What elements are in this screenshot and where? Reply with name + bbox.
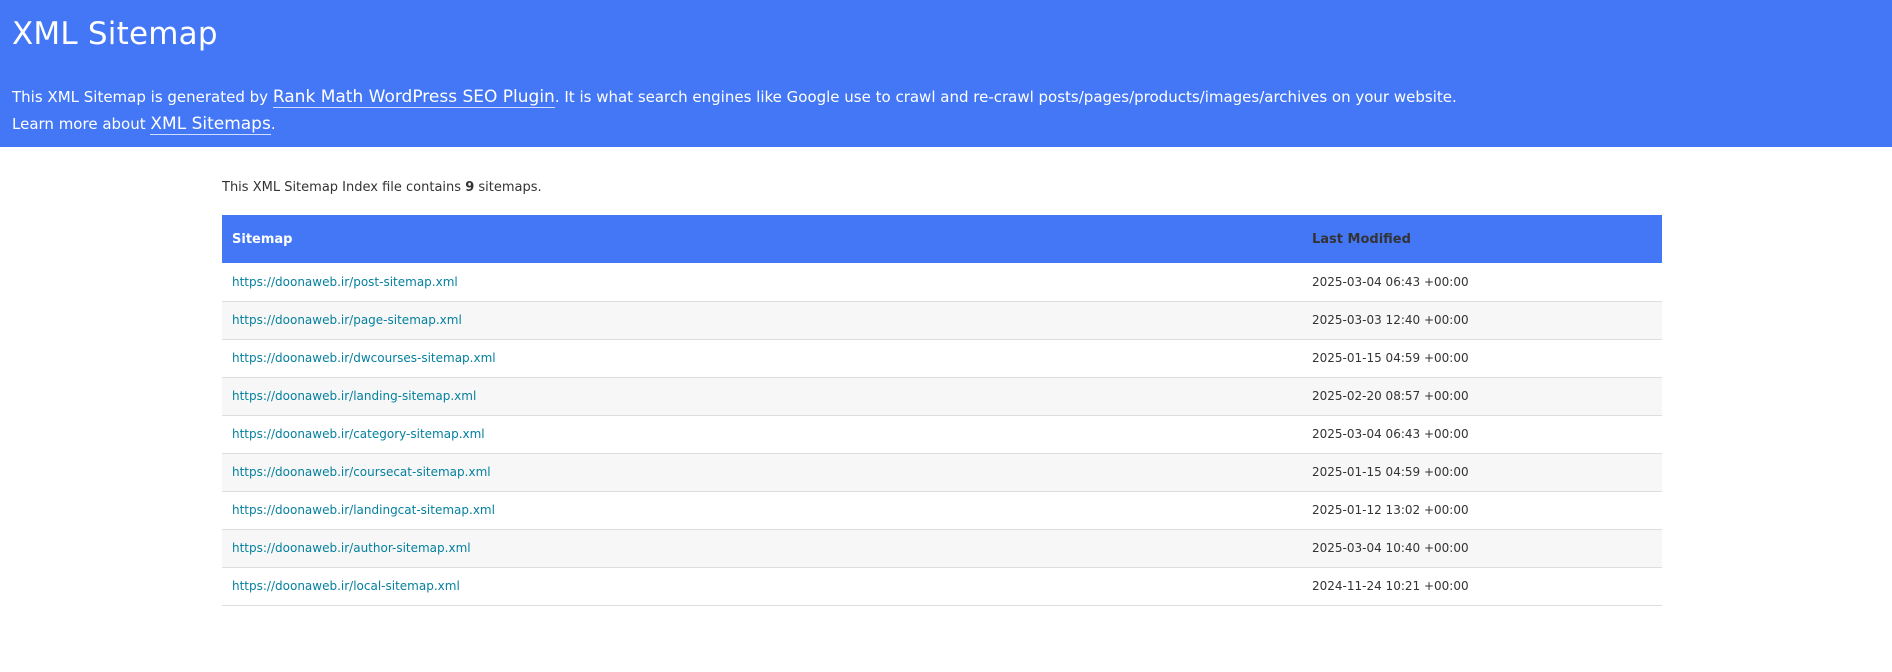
main-content: This XML Sitemap Index file contains 9 s… xyxy=(222,147,1662,606)
sitemap-link[interactable]: https://doonaweb.ir/landingcat-sitemap.x… xyxy=(232,503,495,517)
sitemap-link[interactable]: https://doonaweb.ir/page-sitemap.xml xyxy=(232,313,462,327)
table-row: https://doonaweb.ir/post-sitemap.xml 2025… xyxy=(222,263,1662,302)
rank-math-plugin-link[interactable]: Rank Math WordPress SEO Plugin xyxy=(272,87,555,108)
sitemap-link[interactable]: https://doonaweb.ir/author-sitemap.xml xyxy=(232,541,471,555)
description-text: This XML Sitemap is generated by xyxy=(12,88,273,106)
last-modified-cell: 2025-03-03 12:40 +00:00 xyxy=(1302,301,1662,340)
sitemap-link[interactable]: https://doonaweb.ir/local-sitemap.xml xyxy=(232,579,460,593)
table-row: https://doonaweb.ir/category-sitemap.xml… xyxy=(222,415,1662,454)
column-header-last-modified: Last Modified xyxy=(1302,215,1662,263)
sitemap-cell: https://doonaweb.ir/local-sitemap.xml xyxy=(222,567,1302,606)
page-header: XML Sitemap This XML Sitemap is generate… xyxy=(0,0,1892,147)
sitemap-cell: https://doonaweb.ir/post-sitemap.xml xyxy=(222,263,1302,302)
intro-prefix: This XML Sitemap Index file contains xyxy=(222,180,466,195)
sitemap-link[interactable]: https://doonaweb.ir/category-sitemap.xml xyxy=(232,427,485,441)
sitemap-count: 9 xyxy=(465,180,475,195)
sitemap-link[interactable]: https://doonaweb.ir/post-sitemap.xml xyxy=(232,275,458,289)
table-row: https://doonaweb.ir/dwcourses-sitemap.xm… xyxy=(222,339,1662,378)
page-title: XML Sitemap xyxy=(12,16,218,52)
last-modified-cell: 2025-01-12 13:02 +00:00 xyxy=(1302,491,1662,530)
learn-more-text: Learn more about xyxy=(12,115,151,133)
sitemap-cell: https://doonaweb.ir/category-sitemap.xml xyxy=(222,415,1302,454)
table-row: https://doonaweb.ir/coursecat-sitemap.xm… xyxy=(222,453,1662,492)
intro-suffix: sitemaps. xyxy=(474,180,542,195)
sitemap-link[interactable]: https://doonaweb.ir/coursecat-sitemap.xm… xyxy=(232,465,491,479)
table-row: https://doonaweb.ir/landing-sitemap.xml 2… xyxy=(222,377,1662,416)
sitemap-cell: https://doonaweb.ir/author-sitemap.xml xyxy=(222,529,1302,568)
sitemap-cell: https://doonaweb.ir/landingcat-sitemap.x… xyxy=(222,491,1302,530)
table-body: https://doonaweb.ir/post-sitemap.xml 2025… xyxy=(222,263,1662,606)
learn-more-suffix: . xyxy=(270,115,276,133)
sitemap-table: Sitemap Last Modified https://doonaweb.i… xyxy=(222,215,1662,606)
xml-sitemaps-link[interactable]: XML Sitemaps xyxy=(150,114,271,135)
last-modified-cell: 2025-01-15 04:59 +00:00 xyxy=(1302,339,1662,378)
sitemap-link[interactable]: https://doonaweb.ir/dwcourses-sitemap.xm… xyxy=(232,351,496,365)
sitemap-link[interactable]: https://doonaweb.ir/landing-sitemap.xml xyxy=(232,389,476,403)
table-header-row: Sitemap Last Modified xyxy=(222,215,1662,263)
last-modified-cell: 2024-11-24 10:21 +00:00 xyxy=(1302,567,1662,606)
table-row: https://doonaweb.ir/landingcat-sitemap.x… xyxy=(222,491,1662,530)
last-modified-cell: 2025-03-04 06:43 +00:00 xyxy=(1302,263,1662,302)
last-modified-cell: 2025-03-04 06:43 +00:00 xyxy=(1302,415,1662,454)
last-modified-cell: 2025-03-04 10:40 +00:00 xyxy=(1302,529,1662,568)
last-modified-cell: 2025-02-20 08:57 +00:00 xyxy=(1302,377,1662,416)
header-description: This XML Sitemap is generated by Rank Ma… xyxy=(12,84,1880,138)
sitemap-count-intro: This XML Sitemap Index file contains 9 s… xyxy=(222,178,1662,198)
table-row: https://doonaweb.ir/author-sitemap.xml 20… xyxy=(222,529,1662,568)
table-row: https://doonaweb.ir/page-sitemap.xml 2025… xyxy=(222,301,1662,340)
sitemap-cell: https://doonaweb.ir/coursecat-sitemap.xm… xyxy=(222,453,1302,492)
column-header-sitemap: Sitemap xyxy=(222,215,1302,263)
table-row: https://doonaweb.ir/local-sitemap.xml 202… xyxy=(222,567,1662,606)
last-modified-cell: 2025-01-15 04:59 +00:00 xyxy=(1302,453,1662,492)
sitemap-cell: https://doonaweb.ir/dwcourses-sitemap.xm… xyxy=(222,339,1302,378)
sitemap-cell: https://doonaweb.ir/page-sitemap.xml xyxy=(222,301,1302,340)
sitemap-cell: https://doonaweb.ir/landing-sitemap.xml xyxy=(222,377,1302,416)
description-text: . It is what search engines like Google … xyxy=(554,88,1457,106)
